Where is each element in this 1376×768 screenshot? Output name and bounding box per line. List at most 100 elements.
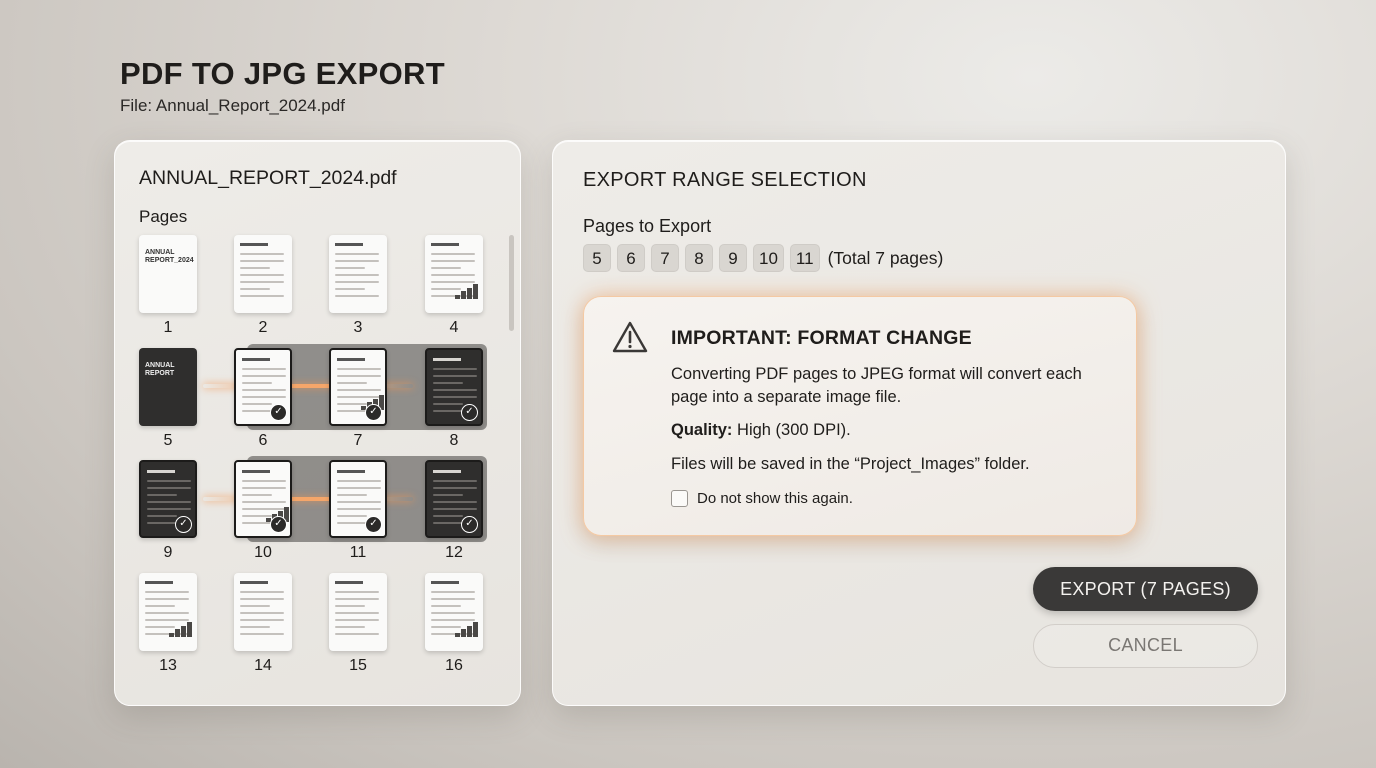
page-chip[interactable]: 9 [719,244,747,272]
page-thumbnail[interactable]: ✓ [234,348,292,426]
thumbnail-heading [433,358,461,361]
page-thumbnail[interactable]: ANNUAL REPORT_2024 [139,235,197,313]
export-button[interactable]: EXPORT (7 PAGES) [1033,567,1258,611]
page-number: 5 [163,432,173,449]
page-chip[interactable]: 11 [789,244,820,272]
page-thumbnail[interactable]: ✓ [425,348,483,426]
thumbnail-text-line [433,501,477,503]
page-chip[interactable]: 7 [651,244,679,272]
page-number: 14 [254,657,272,674]
page-thumbnail[interactable] [425,235,483,313]
thumbnail-text-line [147,501,191,503]
thumbnail-text-line [433,494,463,496]
thumbnail-heading [242,470,270,473]
thumbnail-heading [240,581,268,584]
thumbnail-text-line [431,619,475,621]
checkmark-icon: ✓ [270,516,287,533]
thumbnail-text-line [240,598,284,600]
thumbnail-chart-bar [461,629,466,637]
thumbnail-text-line [335,605,365,607]
page-thumbnail[interactable] [329,573,387,651]
cover-title: ANNUAL REPORT_2024 [145,249,194,264]
page-number: 11 [349,544,367,561]
page-thumbnail[interactable]: ✓ [329,348,387,426]
thumbnail-text-line [240,288,270,290]
thumbnail-text-line [240,267,270,269]
thumbnail-text-line [433,508,477,510]
thumbnail-text-line [240,281,284,283]
thumbnail-text-line [335,598,379,600]
dont-show-label: Do not show this again. [697,490,853,507]
thumbnail-text-line [147,480,191,482]
page-thumbnail[interactable] [329,235,387,313]
thumbnail-text-line [335,295,379,297]
thumbnail-text-line [335,281,379,283]
thumbnail-text-line [337,389,381,391]
page-thumbnail[interactable] [234,573,292,651]
page-thumbnail[interactable]: ✓ [139,460,197,538]
page-thumbnail[interactable] [234,235,292,313]
thumbnail-chart-bar [461,291,466,299]
thumbnail-text-line [433,515,463,517]
thumbnail-heading [335,243,363,246]
page-subtitle: File: Annual_Report_2024.pdf [120,96,345,115]
page-chip[interactable]: 5 [583,244,611,272]
thumbnail-text-line [337,382,367,384]
thumbnail-text-line [335,633,379,635]
thumbnail-text-line [335,253,379,255]
dont-show-checkbox[interactable] [671,490,688,507]
dont-show-again-option[interactable]: Do not show this again. [671,490,853,507]
checkmark-icon: ✓ [175,516,192,533]
thumbnail-text-line [240,605,270,607]
thumbnail-text-line [337,375,381,377]
thumbnail-text-line [145,619,189,621]
thumbnail-text-line [431,253,475,255]
thumbnail-text-line [431,612,475,614]
page-thumbnail[interactable]: ✓ [425,460,483,538]
thumbnail-text-line [337,396,381,398]
thumbnail-text-line [431,605,461,607]
pages-label: Pages [139,207,188,226]
thumbnail-heading [240,243,268,246]
thumbnail-text-line [337,508,381,510]
thumbnail-text-line [337,403,367,405]
quality-value: High (300 DPI). [737,421,851,439]
thumbnail-text-line [335,619,379,621]
warning-body: Converting PDF pages to JPEG format will… [671,365,1082,406]
page-chip[interactable]: 10 [753,244,784,272]
thumbnail-text-line [242,389,286,391]
thumbnail-heading [337,358,365,361]
page-chip[interactable]: 8 [685,244,713,272]
page-thumbnail[interactable]: ANNUAL REPORT [139,348,197,426]
checkmark-icon: ✓ [461,516,478,533]
thumbnail-text-line [335,260,379,262]
thumbnail-heading [335,581,363,584]
thumbnail-scrollbar[interactable] [509,235,514,331]
thumbnail-heading [433,470,461,473]
file-name: ANNUAL_REPORT_2024.pdf [139,167,397,189]
thumbnail-text-line [431,626,461,628]
thumbnail-text-line [147,494,177,496]
thumbnail-text-line [145,612,189,614]
thumbnail-text-line [147,515,177,517]
page-thumbnail[interactable] [139,573,197,651]
thumbnail-heading [242,358,270,361]
thumbnail-text-line [337,480,381,482]
page-thumbnails-panel: ANNUAL_REPORT_2024.pdf Pages ANNUAL REPO… [114,140,521,706]
thumbnail-text-line [242,487,286,489]
page-thumbnail[interactable] [425,573,483,651]
pages-to-export-label: Pages to Export [583,216,712,236]
thumbnail-text-line [433,396,477,398]
thumbnail-text-line [335,267,365,269]
page-thumbnail[interactable]: ✓ [234,460,292,538]
page-chip[interactable]: 6 [617,244,645,272]
thumbnail-text-line [433,403,463,405]
thumbnail-text-line [431,281,475,283]
format-change-warning: IMPORTANT: FORMAT CHANGE Converting PDF … [583,296,1137,536]
thumbnail-text-line [242,494,272,496]
thumbnail-text-line [242,515,272,517]
thumbnail-text-line [337,515,367,517]
page-thumbnail[interactable]: ✓ [329,460,387,538]
thumbnail-text-line [431,598,475,600]
cancel-button[interactable]: CANCEL [1033,624,1258,668]
